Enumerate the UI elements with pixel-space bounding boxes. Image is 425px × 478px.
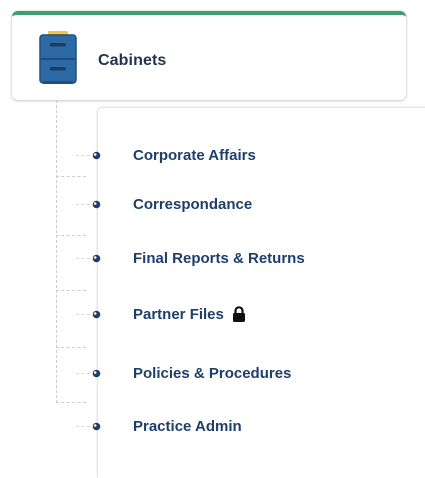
tree-item-partner-files[interactable]: Partner Files [76,301,246,327]
tree-line [56,347,86,348]
bullet-icon [92,200,101,208]
tree-connector [76,425,90,427]
filing-cabinet-icon [39,31,77,84]
tree-item-label: Practice Admin [133,417,242,435]
tree-item-label: Final Reports & Returns [133,249,305,267]
bullet-icon [92,310,101,318]
tree-line [56,402,86,403]
tree-connector [76,257,90,259]
tree-line [56,235,86,236]
cabinets-header[interactable]: Cabinets [12,11,406,100]
tree-item-corporate-affairs[interactable]: Corporate Affairs [76,142,256,168]
tree-line [56,290,86,291]
tree-connector [76,372,90,374]
tree-item-label: Policies & Procedures [133,364,292,382]
tree-item-policies-procedures[interactable]: Policies & Procedures [76,360,291,386]
tree-line [56,176,86,177]
tree-item-label: Correspondance [133,195,253,213]
bullet-icon [92,151,101,159]
tree-item-practice-admin[interactable]: Practice Admin [76,413,242,439]
tree-item-final-reports-returns[interactable]: Final Reports & Returns [76,245,305,271]
bullet-icon [92,369,101,377]
bullet-icon [92,422,101,430]
tree-item-label: Partner Files [133,305,224,323]
tree-connector [76,154,90,156]
bullet-icon [92,254,101,262]
tree-connector [76,313,90,315]
tree-item-label: Corporate Affairs [133,146,256,164]
tree-line [56,100,57,403]
page-title: Cabinets [98,52,167,69]
tree-item-correspondance[interactable]: Correspondance [76,191,252,217]
lock-icon [232,306,245,322]
tree-connector [76,203,90,205]
